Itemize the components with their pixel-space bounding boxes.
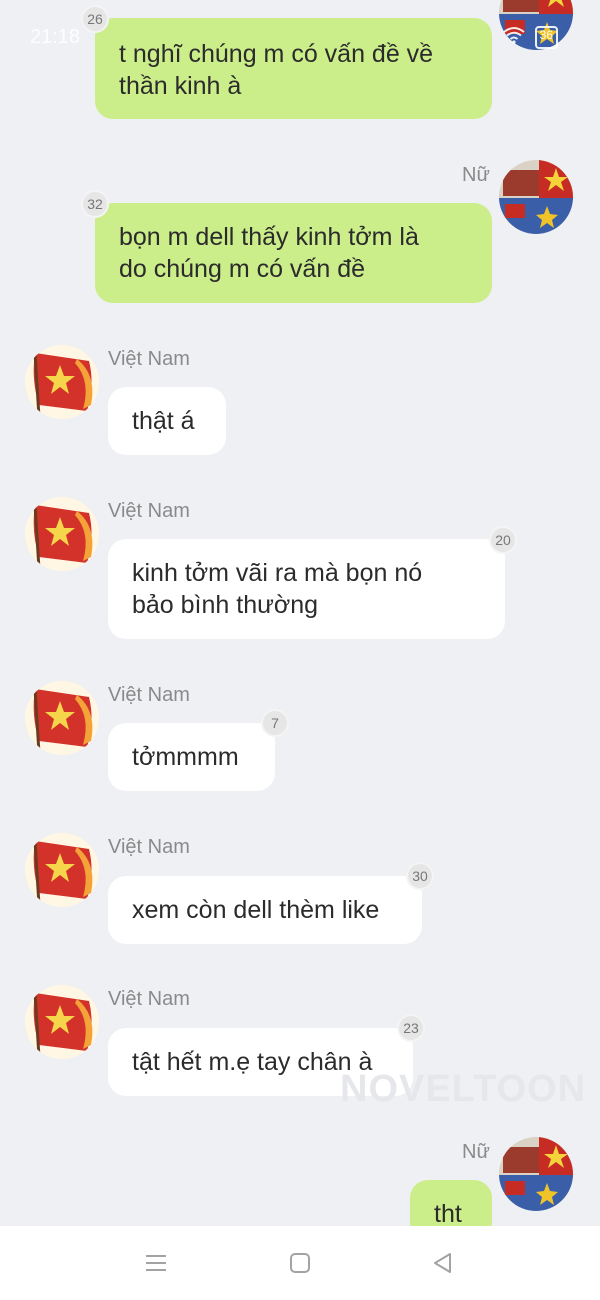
sender-name: Việt Nam — [108, 500, 190, 522]
message-bubble[interactable]: xem còn dell thèm like — [108, 876, 422, 944]
message-line: kinh tởm vãi ra mà bọn nó — [132, 559, 423, 587]
avatar-viet-nam[interactable] — [25, 345, 99, 419]
message-line: tởmmmm — [132, 743, 239, 771]
reaction-count-badge[interactable]: 30 — [406, 862, 434, 890]
message-bubble[interactable]: thật á — [108, 387, 226, 455]
sender-name: Việt Nam — [108, 988, 190, 1010]
message-bubble[interactable]: tởmmmm — [108, 723, 275, 791]
sender-name: Nữ — [462, 1141, 490, 1163]
reaction-count-badge[interactable]: 32 — [81, 190, 109, 218]
sender-name: Nữ — [462, 164, 490, 186]
avatar-viet-nam[interactable] — [25, 985, 99, 1059]
message-line: thật á — [132, 407, 195, 435]
sender-name: Việt Nam — [108, 684, 190, 706]
status-bar: 21:18 36 — [0, 0, 600, 49]
triangle-back-icon[interactable] — [424, 1248, 460, 1278]
avatar-viet-nam[interactable] — [25, 497, 99, 571]
menu-icon[interactable] — [138, 1248, 174, 1278]
avatar-viet-nam[interactable] — [25, 681, 99, 755]
square-home-icon[interactable] — [282, 1248, 318, 1278]
reaction-count-badge[interactable]: 23 — [397, 1014, 425, 1042]
reaction-count-badge[interactable]: 7 — [261, 709, 289, 737]
message-line: bọn m dell thấy kinh tởm là — [119, 223, 419, 251]
noveltoon-watermark: NOVELTOON — [340, 1068, 587, 1110]
message-line: bảo bình thường — [132, 591, 319, 619]
avatar-viet-nam[interactable] — [25, 833, 99, 907]
status-time: 21:18 — [30, 26, 81, 48]
message-line: do chúng m có vấn đề — [119, 255, 365, 283]
battery-icon: 36 — [534, 26, 558, 49]
status-icons: 36 — [503, 26, 558, 49]
reaction-count-badge[interactable]: 20 — [489, 526, 517, 554]
avatar-nu[interactable] — [499, 160, 573, 234]
message-line: xem còn dell thèm like — [132, 896, 380, 924]
message-bubble[interactable]: kinh tởm vãi ra mà bọn nó bảo bình thườn… — [108, 539, 505, 639]
system-nav-bar — [0, 1226, 600, 1300]
avatar-nu[interactable] — [499, 1137, 573, 1211]
message-bubble[interactable]: bọn m dell thấy kinh tởm là do chúng m c… — [95, 203, 492, 303]
wifi-icon — [503, 26, 525, 49]
sender-name: Việt Nam — [108, 348, 190, 370]
sender-name: Việt Nam — [108, 836, 190, 858]
message-line: thần kinh à — [119, 72, 242, 100]
